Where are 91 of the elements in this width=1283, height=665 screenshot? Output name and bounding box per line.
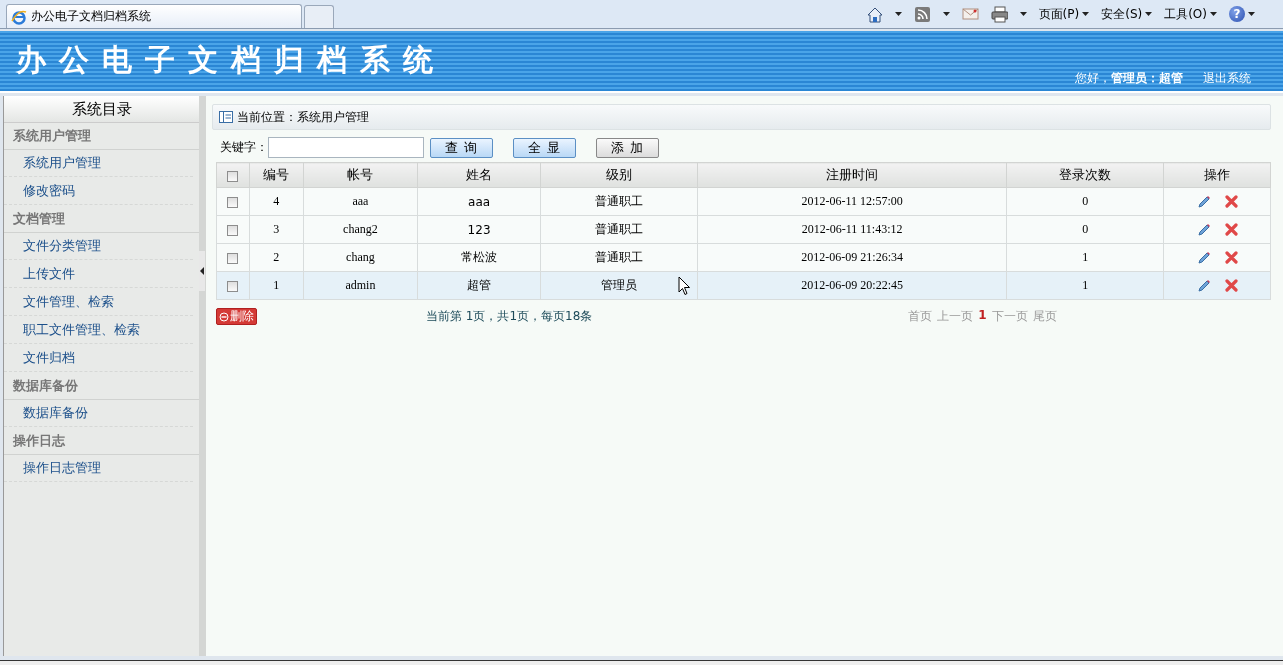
- row-checkbox[interactable]: [227, 196, 239, 208]
- breadcrumb-text: 当前位置：系统用户管理: [237, 108, 369, 126]
- table-cell: chang2: [343, 222, 378, 236]
- table-cell: 0: [1082, 222, 1089, 236]
- table-cell: 1: [1082, 250, 1089, 264]
- table-cell: 2012-06-09 20:22:45: [801, 278, 903, 292]
- table-row[interactable]: 1 admin 超管 管理员 2012-06-09 20:22:45 1: [216, 271, 1271, 300]
- pencil-icon[interactable]: [1196, 250, 1211, 265]
- delete-icon[interactable]: [1224, 222, 1238, 236]
- dropdown-caret-icon[interactable]: [1019, 12, 1027, 16]
- delete-icon[interactable]: [1224, 250, 1238, 264]
- table-cell: 1: [1082, 278, 1089, 292]
- action-button[interactable]: 全 显: [513, 137, 577, 158]
- pencil-icon[interactable]: [1196, 194, 1211, 209]
- select-all-checkbox[interactable]: [227, 170, 239, 182]
- caret-icon: [1145, 12, 1153, 16]
- menu-item[interactable]: 文件分类管理: [4, 233, 194, 260]
- feed-icon[interactable]: [913, 5, 931, 23]
- current-page[interactable]: 1: [978, 308, 987, 325]
- browser-tab[interactable]: 办公电子文档归档系统: [6, 4, 302, 28]
- table-row[interactable]: 2 chang 常松波 普通职工 2012-06-09 21:26:34 1: [216, 243, 1271, 272]
- table-cell: 1: [273, 278, 280, 292]
- menu-item[interactable]: 修改密码: [4, 178, 194, 205]
- menu-item[interactable]: 文件管理、检索: [4, 289, 194, 316]
- user-greeting: 您好，管理员：超管: [1075, 70, 1183, 87]
- column-header: 编号: [249, 162, 304, 188]
- column-header: 登录次数: [1006, 162, 1164, 188]
- table-cell: 2012-06-11 12:57:00: [801, 194, 903, 208]
- menu-button[interactable]: 页面(P): [1038, 5, 1090, 23]
- menu-button[interactable]: 工具(O): [1164, 5, 1217, 23]
- mail-icon[interactable]: [961, 5, 979, 23]
- action-button[interactable]: 添 加: [596, 137, 660, 158]
- dropdown-caret-icon[interactable]: [942, 12, 950, 16]
- table-row[interactable]: 3 chang2 123 普通职工 2012-06-11 11:43:12 0: [216, 215, 1271, 244]
- table-cell: 123: [467, 222, 491, 237]
- pencil-icon[interactable]: [1196, 222, 1211, 237]
- column-header: 注册时间: [697, 162, 1007, 188]
- search-field[interactable]: [268, 137, 424, 158]
- column-header: 级别: [540, 162, 698, 188]
- caret-icon: [1248, 12, 1255, 16]
- table-cell: 管理员: [601, 278, 637, 292]
- table-cell: 4: [273, 194, 280, 208]
- printer-icon[interactable]: [990, 5, 1008, 23]
- menu-item[interactable]: 上传文件: [4, 261, 194, 288]
- table-cell: 超管: [467, 278, 492, 292]
- table-cell: 0: [1082, 194, 1089, 208]
- sidebar-title: 系统目录: [4, 96, 200, 123]
- menu-item[interactable]: 系统用户管理: [4, 150, 194, 177]
- delete-icon[interactable]: [1224, 194, 1238, 208]
- table-cell: 常松波: [461, 250, 498, 264]
- table-cell: 2012-06-11 11:43:12: [801, 222, 903, 236]
- mouse-pointer-icon: [678, 276, 691, 296]
- action-button[interactable]: 查 询: [430, 137, 494, 158]
- browser-logo-icon: [11, 8, 27, 25]
- menu-item[interactable]: 数据库备份: [4, 400, 194, 427]
- delete-icon[interactable]: [1224, 278, 1238, 292]
- minus-circle-icon: [219, 311, 229, 322]
- caret-icon: [1210, 12, 1217, 16]
- table-cell: 2: [273, 250, 280, 264]
- home-icon[interactable]: [865, 5, 883, 23]
- new-tab-button[interactable]: [304, 5, 334, 28]
- tab-title: 办公电子文档归档系统: [31, 8, 151, 25]
- table-row[interactable]: 4 aaa aaa 普通职工 2012-06-11 12:57:00 0: [216, 187, 1271, 216]
- table-cell: 3: [273, 222, 280, 236]
- table-cell: 普通职工: [595, 250, 643, 264]
- menu-button[interactable]: 安全(S): [1101, 5, 1153, 23]
- table-cell: 普通职工: [595, 222, 643, 236]
- page-info: 当前第 1页，共1页，每页18条: [426, 308, 593, 325]
- row-checkbox[interactable]: [227, 252, 239, 264]
- table-cell: chang: [346, 250, 375, 264]
- pencil-icon[interactable]: [1196, 278, 1211, 293]
- menu-item[interactable]: 职工文件管理、检索: [4, 317, 194, 344]
- caret-icon: [1082, 12, 1090, 16]
- column-header: 姓名: [417, 162, 541, 188]
- row-checkbox[interactable]: [227, 280, 239, 292]
- dropdown-caret-icon[interactable]: [894, 12, 902, 16]
- logout-link[interactable]: 退出系统: [1203, 70, 1251, 87]
- search-label: 关键字：: [220, 139, 268, 156]
- panel-icon: [219, 111, 233, 123]
- menu-item[interactable]: 操作日志管理: [4, 455, 194, 482]
- site-title: 办公电子文档归档系统: [15, 41, 446, 79]
- table-cell: 2012-06-09 21:26:34: [801, 250, 903, 264]
- table-cell: aaa: [352, 194, 369, 208]
- column-header: 帐号: [303, 162, 418, 188]
- delete-button[interactable]: 删除: [216, 308, 257, 325]
- table-cell: 普通职工: [595, 194, 643, 208]
- row-checkbox[interactable]: [227, 224, 239, 236]
- table-cell: admin: [345, 278, 376, 292]
- table-cell: aaa: [468, 194, 491, 209]
- menu-item[interactable]: 文件归档: [4, 345, 194, 372]
- column-header: 操作: [1163, 162, 1271, 188]
